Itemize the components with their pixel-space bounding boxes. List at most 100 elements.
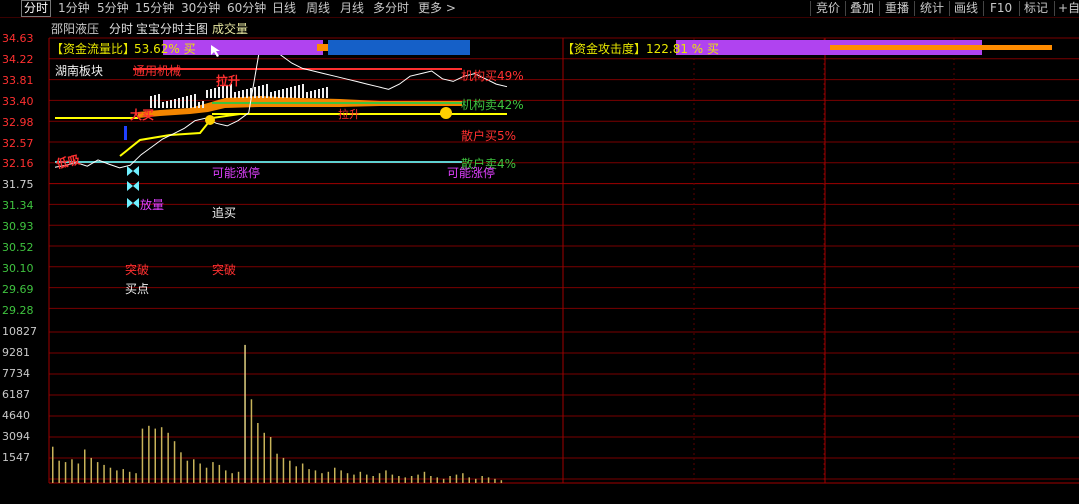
price-tick: 29.69 xyxy=(2,283,34,296)
volume-bar xyxy=(193,459,195,483)
momentum-bar xyxy=(270,92,272,98)
volume-bar xyxy=(128,471,131,483)
limit-up-signal: 可能涨停 xyxy=(447,166,496,180)
volume-tick: 3094 xyxy=(2,430,30,443)
momentum-bar xyxy=(258,86,260,98)
volume-bar xyxy=(64,462,67,483)
momentum-bar xyxy=(214,88,216,98)
volume-bar xyxy=(122,469,124,483)
volume-bar xyxy=(244,344,246,483)
volume-bar xyxy=(77,463,80,483)
volume-bar xyxy=(359,471,362,483)
fund-attack-fill xyxy=(830,45,1052,50)
institution-buy-label: 机构买49% xyxy=(461,69,524,83)
sector-label: 湖南板块 xyxy=(55,64,104,78)
big-buy-signal: 大买 xyxy=(130,108,155,122)
volume-bar xyxy=(173,441,176,483)
momentum-bar xyxy=(246,89,248,98)
volume-bar xyxy=(199,463,201,483)
price-tick: 33.40 xyxy=(2,95,34,108)
volume-bar xyxy=(154,428,156,483)
volume-bar xyxy=(96,462,99,483)
volume-bar xyxy=(385,470,387,483)
volume-bar xyxy=(160,427,163,483)
momentum-bar xyxy=(182,97,184,108)
momentum-bar xyxy=(206,90,208,98)
volume-bar xyxy=(340,470,342,483)
volume-bar xyxy=(449,476,451,483)
volume-bar xyxy=(314,470,317,483)
momentum-bar xyxy=(234,92,236,98)
chart-marks xyxy=(124,40,1052,208)
retail-buy-label: 散户买5% xyxy=(461,129,517,143)
momentum-bar xyxy=(242,90,244,98)
momentum-bar xyxy=(326,87,328,98)
volume-bar xyxy=(327,471,330,483)
volume-bar xyxy=(423,471,426,483)
price-tick: 31.75 xyxy=(2,178,34,191)
volume-bar xyxy=(58,460,60,483)
signal-dot xyxy=(205,115,215,125)
volume-up-signal: 放量 xyxy=(140,198,165,212)
volume-bar xyxy=(186,460,189,483)
price-tick: 34.63 xyxy=(2,32,34,45)
momentum-bar xyxy=(306,92,308,98)
volume-tick: 6187 xyxy=(2,388,30,401)
volume-bar xyxy=(231,473,233,483)
fund-flow-sell-bar xyxy=(328,40,470,55)
volume-bar xyxy=(52,446,54,483)
momentum-bar xyxy=(154,95,156,108)
price-tick: 30.52 xyxy=(2,241,34,254)
price-tick: 32.57 xyxy=(2,137,34,150)
momentum-bar xyxy=(198,102,200,108)
price-tick: 32.98 xyxy=(2,116,34,129)
momentum-bar xyxy=(186,96,188,108)
pull-up-signal: 拉升 xyxy=(216,74,241,88)
volume-tick: 4640 xyxy=(2,409,30,422)
butterfly-icon xyxy=(127,166,139,176)
momentum-bar xyxy=(166,101,168,108)
volume-bar xyxy=(295,466,297,483)
volume-bar xyxy=(410,476,413,483)
volume-bar xyxy=(436,477,438,483)
momentum-bar xyxy=(210,89,212,98)
buy-point-signal: 买点 xyxy=(125,282,150,296)
signal-dot xyxy=(440,107,452,119)
volume-bar xyxy=(71,459,73,483)
volume-bar xyxy=(372,476,374,483)
momentum-bar xyxy=(294,86,296,98)
momentum-bar xyxy=(274,91,276,98)
volume-bar xyxy=(109,467,112,483)
volume-bar xyxy=(250,399,253,483)
momentum-bar xyxy=(282,89,284,98)
volume-bar xyxy=(308,469,310,483)
price-tick: 30.10 xyxy=(2,262,34,275)
momentum-bar xyxy=(302,84,304,98)
price-tick: 32.16 xyxy=(2,157,34,170)
volume-bar xyxy=(334,467,336,483)
volume-bar xyxy=(455,474,458,483)
butterfly-icon xyxy=(127,198,139,208)
volume-bar xyxy=(180,452,182,483)
volume-bar xyxy=(141,428,144,483)
volume-bar xyxy=(167,432,169,483)
momentum-bar xyxy=(286,88,288,98)
volume-bar xyxy=(103,464,105,483)
price-tick: 33.81 xyxy=(2,74,34,87)
volume-bar xyxy=(237,471,240,483)
momentum-bar xyxy=(298,85,300,98)
momentum-bar xyxy=(278,90,280,98)
price-tick: 29.28 xyxy=(2,304,34,317)
volume-bar xyxy=(378,473,381,483)
breakout-signal: 突破 xyxy=(212,263,237,277)
volume-bar xyxy=(301,463,304,483)
industry-label: 通用机械 xyxy=(133,64,182,78)
volume-bar xyxy=(276,453,278,483)
volume-tick: 7734 xyxy=(2,367,30,380)
volume-bar xyxy=(116,470,118,483)
volume-bar xyxy=(257,423,259,483)
price-tick: 30.93 xyxy=(2,220,34,233)
momentum-bar xyxy=(314,90,316,98)
fund-attack-label: 【资金攻击度】 xyxy=(562,42,647,56)
signal-bar xyxy=(124,126,127,140)
